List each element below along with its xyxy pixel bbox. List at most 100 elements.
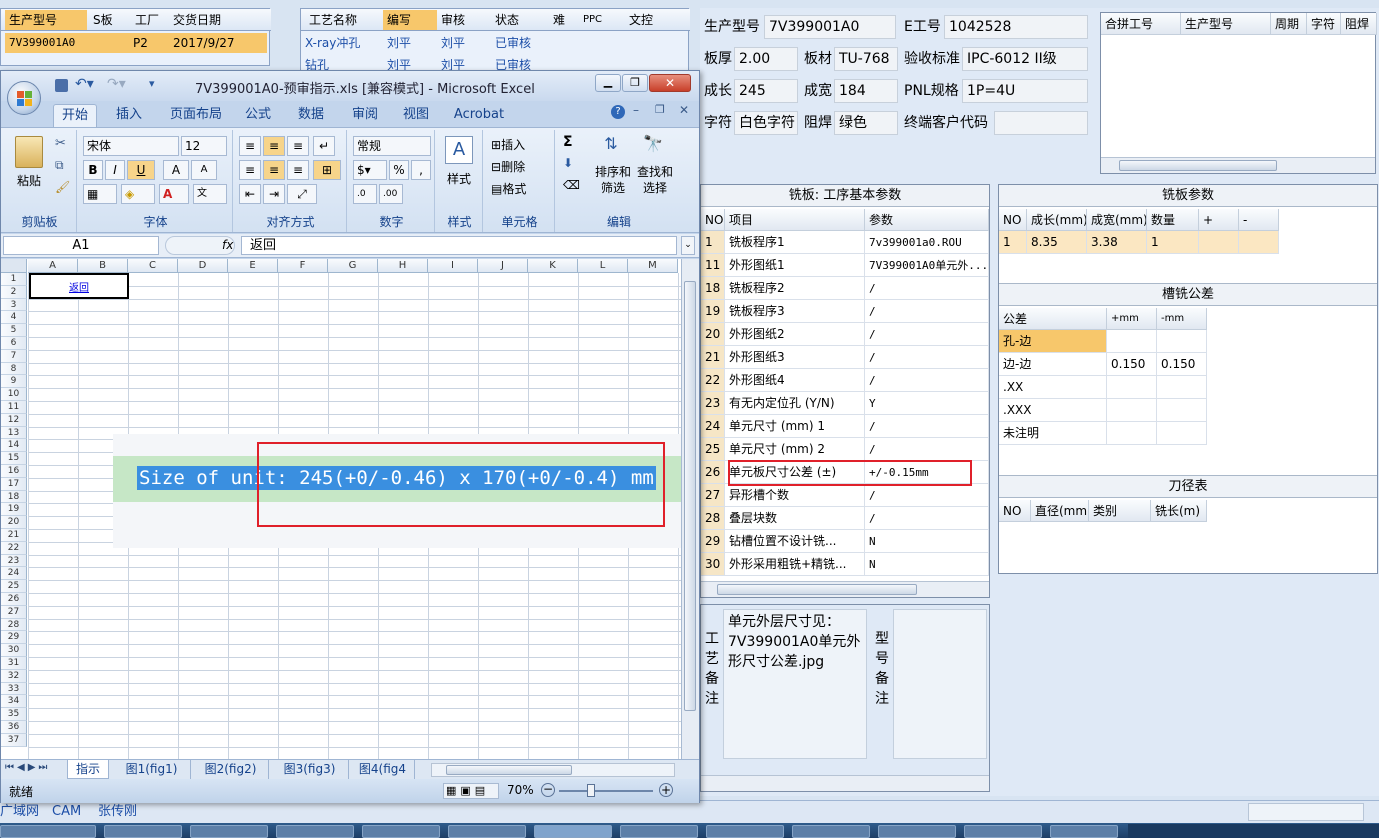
formula-input[interactable]: 返回 bbox=[241, 236, 677, 255]
table-row[interactable]: 未注明 bbox=[999, 422, 1209, 445]
taskbar-item[interactable] bbox=[620, 825, 698, 838]
zoom-slider[interactable] bbox=[559, 790, 653, 792]
row-header[interactable]: 35 bbox=[1, 708, 27, 721]
width-field[interactable]: 184 bbox=[834, 79, 898, 103]
increase-indent-button[interactable]: ⇥ bbox=[263, 184, 285, 204]
insert-cells-button[interactable]: ⊞插入 bbox=[491, 136, 525, 153]
row-header[interactable]: 37 bbox=[1, 733, 27, 747]
col-plus[interactable]: + bbox=[1199, 209, 1239, 231]
worksheet[interactable]: ABCDEFGHIJKLM 1 2 3 4 5 6 7 8 9 10 11 12 13 14 15 16 17 1… bbox=[1, 259, 681, 759]
column-header[interactable]: J bbox=[478, 259, 528, 273]
col-ppc[interactable]: PPC bbox=[579, 10, 623, 30]
table-row[interactable]: 22 外形图纸4/ bbox=[701, 369, 989, 392]
table-row[interactable]: 18 铣板程序2/ bbox=[701, 277, 989, 300]
taskbar-item[interactable] bbox=[0, 825, 96, 838]
table-row[interactable]: 19 铣板程序3/ bbox=[701, 300, 989, 323]
col-merge-mask[interactable]: 阻焊 bbox=[1341, 13, 1377, 35]
row-header[interactable]: 9 bbox=[1, 375, 27, 389]
zoom-slider-thumb[interactable] bbox=[587, 784, 595, 797]
col-no[interactable]: NO bbox=[999, 209, 1027, 231]
row-header[interactable]: 13 bbox=[1, 426, 27, 440]
decrease-indent-button[interactable]: ⇤ bbox=[239, 184, 261, 204]
italic-button[interactable]: I bbox=[105, 160, 125, 180]
standard-field[interactable]: IPC-6012 II级 bbox=[962, 47, 1088, 71]
align-right-button[interactable]: ≡ bbox=[287, 160, 309, 180]
row-header[interactable]: 27 bbox=[1, 605, 27, 619]
align-bottom-button[interactable]: ≡ bbox=[287, 136, 309, 156]
row-header[interactable]: 1 bbox=[1, 273, 27, 286]
col-qty[interactable]: 数量 bbox=[1147, 209, 1199, 231]
sheet-tab[interactable]: 指示 bbox=[67, 760, 109, 779]
row-header[interactable]: 20 bbox=[1, 516, 27, 529]
table-row[interactable]: 边-边 0.150 0.150 bbox=[999, 353, 1209, 376]
number-format-select[interactable]: 常规 bbox=[353, 136, 431, 156]
row-header[interactable]: 34 bbox=[1, 695, 27, 709]
table-row[interactable]: 21 外形图纸3/ bbox=[701, 346, 989, 369]
minimize-icon[interactable]: ▁ bbox=[595, 74, 621, 92]
row-header[interactable]: 3 bbox=[1, 298, 27, 312]
material-field[interactable]: TU-768 bbox=[834, 47, 898, 71]
comma-button[interactable]: , bbox=[411, 160, 431, 180]
align-top-button[interactable]: ≡ bbox=[239, 136, 261, 156]
qat-customize-icon[interactable]: ▾ bbox=[149, 77, 155, 90]
col-date[interactable]: 交货日期 bbox=[169, 10, 269, 30]
zoom-out-icon[interactable]: − bbox=[541, 783, 555, 797]
col-length[interactable]: 成长(mm) bbox=[1027, 209, 1087, 231]
row-header[interactable]: 25 bbox=[1, 580, 27, 593]
increase-decimal-button[interactable]: .0 bbox=[353, 184, 377, 204]
find-select-icon[interactable]: 🔭 bbox=[639, 134, 667, 162]
bp-length[interactable]: 8.35 bbox=[1027, 231, 1087, 254]
table-row[interactable]: 30 外形采用粗铣+精铣... N bbox=[701, 553, 989, 576]
bp-minus[interactable] bbox=[1239, 231, 1279, 254]
table-row[interactable]: 7V399001A0 P2 2017/9/27 bbox=[5, 33, 267, 53]
sort-filter-icon[interactable]: ⇅ bbox=[597, 134, 625, 162]
scroll-thumb[interactable] bbox=[684, 281, 696, 711]
column-header[interactable]: I bbox=[428, 259, 478, 273]
col-merge-cycle[interactable]: 周期 bbox=[1271, 13, 1307, 35]
ribbon-close-icon[interactable]: ✕ bbox=[679, 103, 689, 117]
zoom-in-icon[interactable]: + bbox=[659, 783, 673, 797]
taskbar-item[interactable] bbox=[706, 825, 784, 838]
percent-button[interactable]: % bbox=[389, 160, 409, 180]
table-row[interactable]: 20 外形图纸2/ bbox=[701, 323, 989, 346]
col-merge-model[interactable]: 生产型号 bbox=[1181, 13, 1271, 35]
sheet-tab[interactable]: 图1(fig1) bbox=[113, 760, 191, 779]
row-header[interactable]: 17 bbox=[1, 477, 27, 491]
table-row[interactable]: 11 外形图纸1 7V399001A0单元外... bbox=[701, 254, 989, 277]
col-factory[interactable]: 工厂 bbox=[131, 10, 169, 30]
model-remark-field[interactable] bbox=[893, 609, 987, 759]
row-header[interactable]: 29 bbox=[1, 631, 27, 645]
col-model[interactable]: 生产型号 bbox=[5, 10, 87, 30]
row-header[interactable]: 22 bbox=[1, 541, 27, 555]
v-scrollbar[interactable] bbox=[681, 259, 699, 759]
col-merge-no[interactable]: 合拼工号 bbox=[1101, 13, 1181, 35]
column-header[interactable]: C bbox=[128, 259, 178, 273]
borders-button[interactable]: ▦ bbox=[83, 184, 117, 204]
name-box[interactable]: A1 bbox=[3, 236, 159, 255]
table-row[interactable]: 29 钻槽位置不设计铣... N bbox=[701, 530, 989, 553]
col-review[interactable]: 审核 bbox=[437, 10, 491, 30]
col-s[interactable]: S板 bbox=[89, 10, 131, 30]
row-header[interactable]: 16 bbox=[1, 465, 27, 478]
row-header[interactable]: 4 bbox=[1, 311, 27, 325]
col-no[interactable]: NO bbox=[999, 500, 1031, 522]
tab-6[interactable]: 视图 bbox=[397, 104, 435, 127]
row-header[interactable]: 26 bbox=[1, 593, 27, 606]
currency-button[interactable]: $▾ bbox=[353, 160, 387, 180]
underline-button[interactable]: U bbox=[127, 160, 155, 180]
taskbar-item[interactable] bbox=[534, 825, 612, 838]
column-header[interactable]: B bbox=[78, 259, 128, 273]
bold-button[interactable]: B bbox=[83, 160, 103, 180]
fx-icon[interactable]: fx bbox=[222, 238, 233, 252]
decrease-decimal-button[interactable]: .00 bbox=[379, 184, 403, 204]
process-grid[interactable]: 工艺名称 编写 审核 状态 难 PPC 文控 X-ray冲孔 刘平 刘平 已审核… bbox=[300, 8, 690, 74]
silkscreen-field[interactable]: 白色字符 bbox=[734, 111, 798, 135]
column-header[interactable]: M bbox=[628, 259, 678, 273]
length-field[interactable]: 245 bbox=[734, 79, 798, 103]
row-header[interactable]: 30 bbox=[1, 644, 27, 657]
h-scrollbar[interactable] bbox=[701, 775, 989, 791]
row-header[interactable]: 15 bbox=[1, 452, 27, 465]
eno-field[interactable]: 1042528 bbox=[944, 15, 1088, 39]
col-no[interactable]: NO bbox=[701, 209, 725, 231]
table-row[interactable]: 1 铣板程序1 7v399001a0.ROU bbox=[701, 231, 989, 254]
